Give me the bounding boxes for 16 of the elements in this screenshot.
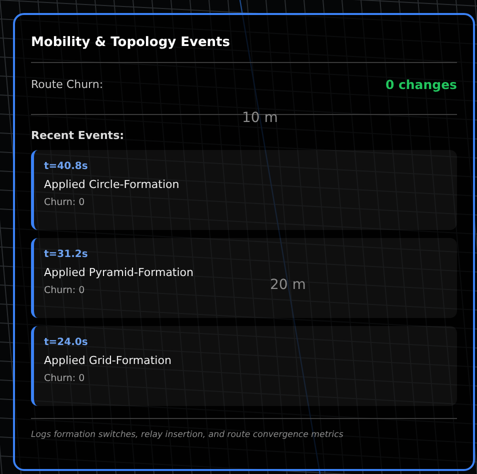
event-churn: Churn: 0 <box>44 373 85 384</box>
event-description: Applied Pyramid-Formation <box>44 266 194 279</box>
event-description: Applied Grid-Formation <box>44 354 172 367</box>
distance-label: 20 m <box>270 277 306 293</box>
panel-title: Mobility & Topology Events <box>31 35 457 63</box>
distance-label: 10 m <box>242 110 278 126</box>
footer-note: Logs formation switches, relay insertion, and route convergence metrics <box>31 430 344 440</box>
event-description: Applied Circle-Formation <box>44 178 180 191</box>
section-heading: Recent Events: <box>31 129 126 142</box>
event-churn: Churn: 0 <box>44 197 85 208</box>
event-churn: Churn: 0 <box>44 285 85 296</box>
metric-label: Route Churn: <box>31 78 104 91</box>
event-time: t=24.0s <box>44 337 88 348</box>
event-time: t=31.2s <box>44 249 88 260</box>
metric-value: 0 changes <box>385 77 457 92</box>
event-time: t=40.8s <box>44 161 88 172</box>
